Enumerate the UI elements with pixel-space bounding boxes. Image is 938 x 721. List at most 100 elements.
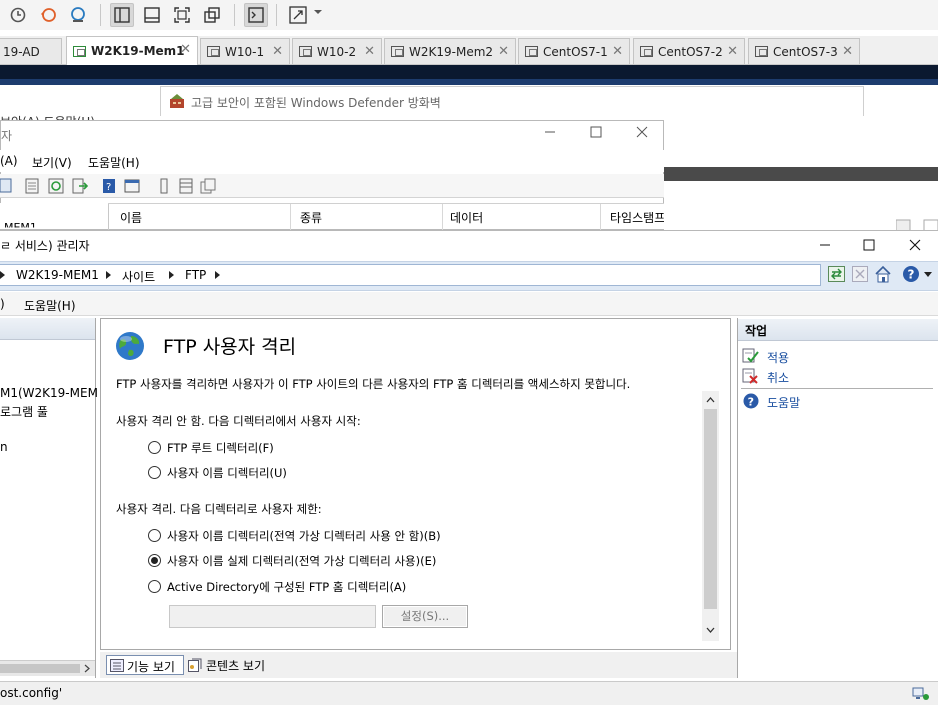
bg-dark-bar <box>664 167 938 181</box>
export-icon[interactable] <box>72 178 88 194</box>
close-icon[interactable]: ✕ <box>272 44 283 59</box>
tab-features-view[interactable]: 기능 보기 <box>106 655 184 675</box>
stop-icon[interactable] <box>852 266 868 282</box>
menu-view[interactable]: ) <box>0 297 5 311</box>
stretch-dropdown-icon[interactable] <box>314 8 322 16</box>
console-view-icon[interactable] <box>244 3 268 27</box>
scrollbar-thumb[interactable] <box>704 409 717 609</box>
refresh-icon[interactable] <box>828 266 845 282</box>
help-action[interactable]: 도움말 <box>767 394 800 411</box>
section-isolation-label: 사용자 격리. 다음 디렉터리로 사용자 제한: <box>116 502 322 516</box>
chevron-right-icon <box>106 271 112 279</box>
snapshot-clock-icon[interactable] <box>6 3 30 27</box>
vertical-scrollbar[interactable] <box>702 391 719 641</box>
scrollbar-thumb[interactable] <box>0 664 80 673</box>
tab-w10-2[interactable]: W10-2 ✕ <box>292 38 382 64</box>
close-icon[interactable]: ✕ <box>498 44 509 59</box>
tab-centos7-3[interactable]: CentOS7-3 ✕ <box>748 38 860 64</box>
column-data[interactable]: 데이터 <box>450 209 483 226</box>
scroll-down-icon[interactable] <box>706 627 715 634</box>
chevron-down-icon[interactable] <box>924 272 932 278</box>
breadcrumb-server[interactable]: W2K19-MEM1 <box>16 268 99 282</box>
connections-pane: M1(W2K19-MEM 로그램 풀 n <box>0 318 98 678</box>
column-name[interactable]: 이름 <box>120 209 142 226</box>
menu-view[interactable]: 보기(V) <box>32 154 72 171</box>
home-icon[interactable] <box>874 265 892 283</box>
maximize-icon[interactable] <box>589 125 603 139</box>
radio-user-dir-no-global[interactable] <box>148 529 161 542</box>
help-book-icon[interactable]: ? <box>102 178 116 194</box>
help-icon[interactable]: ? <box>902 265 920 283</box>
vm-icon <box>391 46 404 57</box>
tab-w2k19-mem2[interactable]: W2K19-Mem2 ✕ <box>384 38 516 64</box>
content-view-icon <box>188 658 202 672</box>
scroll-up-icon[interactable] <box>706 396 715 403</box>
back-icon[interactable] <box>0 178 12 194</box>
maximize-icon[interactable] <box>862 238 876 252</box>
tab-w2k19-mem1[interactable]: W2K19-Mem1 ✕ <box>66 36 198 65</box>
radio-user-dir[interactable] <box>148 466 161 479</box>
vm-icon <box>73 45 86 57</box>
fullscreen-icon[interactable] <box>170 3 194 27</box>
horizontal-scrollbar[interactable] <box>0 660 95 676</box>
window-icon[interactable] <box>124 178 140 194</box>
settings-button[interactable]: 설정(S)... <box>382 605 468 628</box>
minimize-icon[interactable] <box>818 238 832 252</box>
thumbnail-bar-icon[interactable] <box>140 3 164 27</box>
sidebar-toggle-icon[interactable] <box>110 3 134 27</box>
close-icon[interactable]: ✕ <box>612 44 623 59</box>
refresh-icon[interactable] <box>48 178 64 194</box>
tab-centos7-1[interactable]: CentOS7-1 ✕ <box>518 38 630 64</box>
minimize-icon[interactable] <box>543 125 557 139</box>
menu-help[interactable]: 도움말(H) <box>88 154 140 171</box>
option-user-dir-no-global-label[interactable]: 사용자 이름 디렉터리(전역 가상 디렉터리 사용 안 함)(B) <box>167 528 441 544</box>
snapshot-manager-icon[interactable] <box>66 3 90 27</box>
ad-settings-field[interactable] <box>169 605 376 628</box>
unity-icon[interactable] <box>200 3 224 27</box>
breadcrumb-sites[interactable]: 사이트 <box>122 268 155 285</box>
tab-w10-1[interactable]: W10-1 ✕ <box>200 38 290 64</box>
tree-item-server[interactable]: M1(W2K19-MEM <box>0 386 98 400</box>
tab-content-view[interactable]: 콘텐츠 보기 <box>188 655 278 675</box>
tree-item-app-pools[interactable]: 로그램 풀 <box>0 403 48 420</box>
revert-snapshot-icon[interactable] <box>36 3 60 27</box>
chevron-right-icon <box>0 271 6 279</box>
tree-item-fragment[interactable]: n <box>0 440 8 454</box>
vm-icon <box>525 46 538 57</box>
properties-icon[interactable] <box>156 178 172 194</box>
cancel-icon[interactable] <box>742 368 760 384</box>
breadcrumb-ftp[interactable]: FTP <box>185 268 206 282</box>
menu-action[interactable]: (A) <box>0 154 18 168</box>
option-ftp-root-label[interactable]: FTP 루트 디렉터리(F) <box>167 440 274 456</box>
list-icon[interactable] <box>24 178 40 194</box>
defender-window-title[interactable]: 고급 보안이 포함된 Windows Defender 방화벽 <box>160 86 864 116</box>
column-timestamp[interactable]: 타임스탬프 <box>610 209 664 226</box>
close-icon[interactable]: ✕ <box>842 44 853 59</box>
column-type[interactable]: 종류 <box>300 209 322 226</box>
option-user-dir-label[interactable]: 사용자 이름 디렉터리(U) <box>167 465 287 481</box>
close-icon[interactable]: ✕ <box>727 44 738 59</box>
menu-help[interactable]: 도움말(H) <box>24 297 76 314</box>
help-icon[interactable]: ? <box>743 393 759 409</box>
apply-action[interactable]: 적용 <box>767 349 789 366</box>
tab-centos7-2[interactable]: CentOS7-2 ✕ <box>633 38 745 64</box>
tab-19-ad[interactable]: 19-AD <box>0 38 62 64</box>
stretch-icon[interactable] <box>286 3 310 27</box>
radio-ftp-root[interactable] <box>148 441 161 454</box>
close-icon[interactable] <box>635 125 649 139</box>
radio-active-directory[interactable] <box>148 580 161 593</box>
close-icon[interactable] <box>908 238 922 252</box>
scroll-right-icon[interactable] <box>84 664 91 673</box>
option-user-physical-label[interactable]: 사용자 이름 실제 디렉터리(전역 가상 디렉터리 사용)(E) <box>167 553 436 569</box>
cancel-action[interactable]: 취소 <box>767 369 789 386</box>
apply-icon[interactable] <box>742 348 760 364</box>
actions-title: 작업 <box>745 324 768 338</box>
close-icon[interactable]: ✕ <box>180 42 191 57</box>
breadcrumb[interactable]: W2K19-MEM1 사이트 FTP <box>0 264 821 286</box>
tab-content-label: 콘텐츠 보기 <box>206 659 266 673</box>
option-active-directory-label[interactable]: Active Directory에 구성된 FTP 홈 디렉터리(A) <box>167 579 406 595</box>
radio-user-physical[interactable] <box>148 554 161 567</box>
close-icon[interactable]: ✕ <box>364 44 375 59</box>
records-icon[interactable] <box>178 178 194 194</box>
copy-icon[interactable] <box>200 178 216 194</box>
